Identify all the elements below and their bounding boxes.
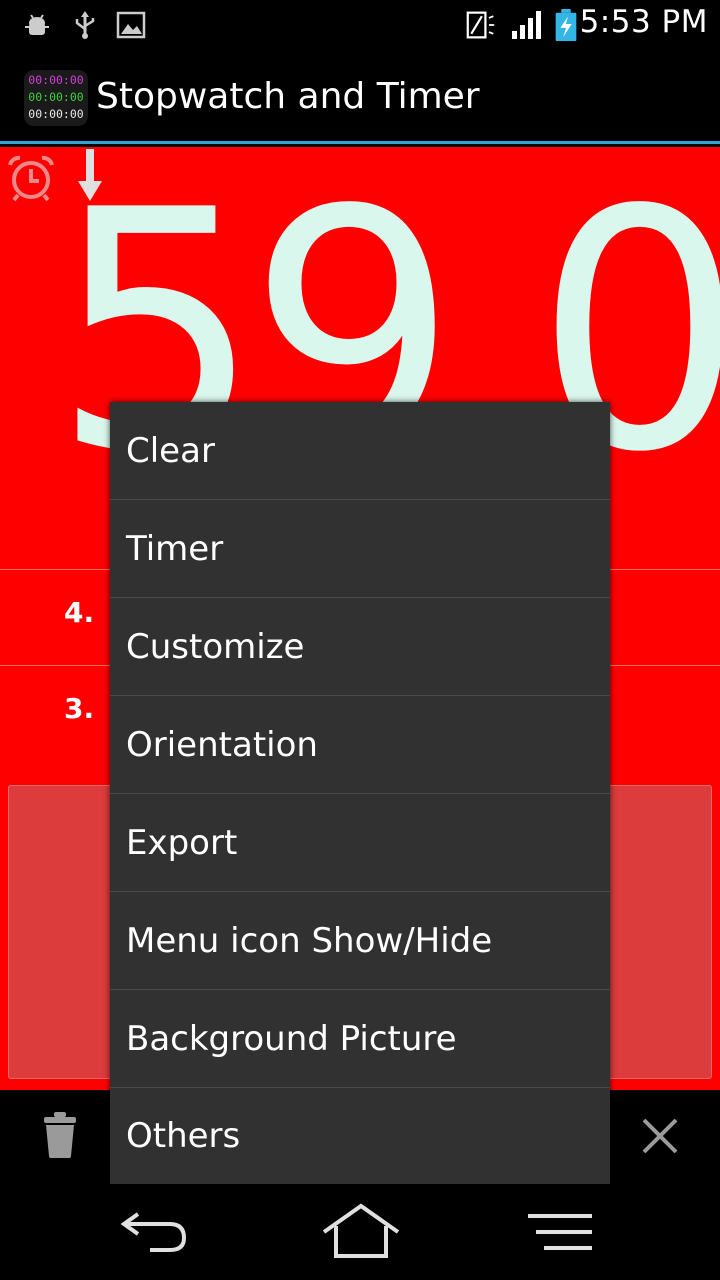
trash-icon[interactable] [40,1110,80,1160]
alarm-clock-icon[interactable] [6,153,56,203]
signal-icon [512,11,541,39]
navigation-bar [0,1184,720,1280]
app-icon-line: 00:00:00 [28,90,84,104]
status-bar: 5:53 PM [0,0,720,50]
app-title: Stopwatch and Timer [96,76,480,117]
usb-icon [75,11,95,39]
battery-charging-icon [555,9,577,41]
options-menu: Clear Timer Customize Orientation Export… [110,402,610,1184]
app-icon-line: 00:00:00 [28,107,84,121]
home-icon[interactable] [316,1202,406,1262]
menu-icon[interactable] [518,1202,608,1262]
android-debug-icon [25,14,49,35]
app-icon[interactable]: 00:00:00 00:00:00 00:00:00 [24,70,88,126]
close-icon[interactable] [640,1116,680,1156]
nfc-icon [466,11,495,39]
status-clock: 5:53 PM [579,4,708,40]
action-bar: 00:00:00 00:00:00 00:00:00 Stopwatch and… [0,50,720,144]
menu-item-customize[interactable]: Customize [110,598,610,696]
menu-item-clear[interactable]: Clear [110,402,610,500]
menu-item-orientation[interactable]: Orientation [110,696,610,794]
app-icon-line: 00:00:00 [28,73,84,87]
menu-item-others[interactable]: Others [110,1088,610,1184]
lap-number: 4. [64,596,95,629]
image-notification-icon [116,11,146,39]
menu-item-menu-icon-show-hide[interactable]: Menu icon Show/Hide [110,892,610,990]
lap-number: 3. [64,692,95,725]
menu-item-export[interactable]: Export [110,794,610,892]
menu-item-background-picture[interactable]: Background Picture [110,990,610,1088]
menu-item-timer[interactable]: Timer [110,500,610,598]
back-icon[interactable] [110,1202,200,1262]
